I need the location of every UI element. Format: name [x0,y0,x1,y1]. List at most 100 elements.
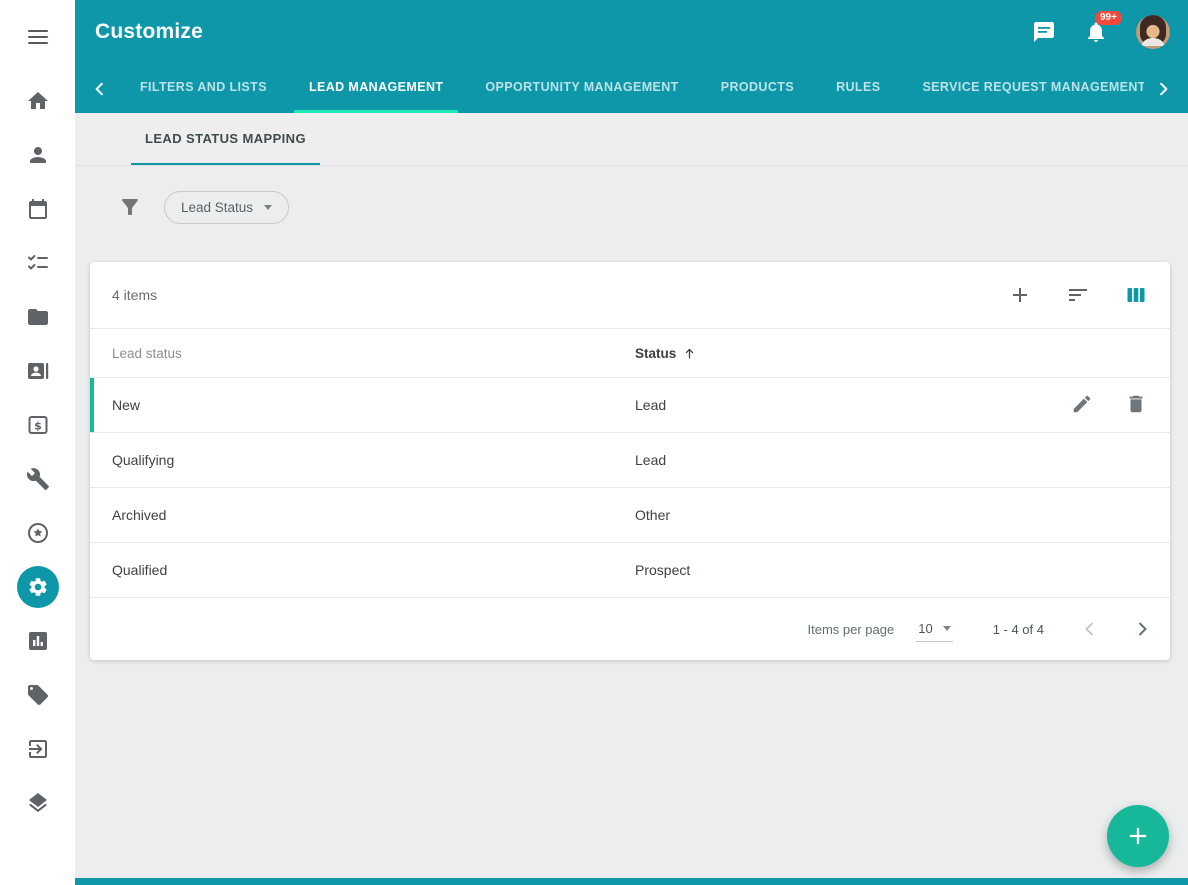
sidebar-item-contacts[interactable] [0,128,75,182]
notifications-button[interactable]: 99+ [1084,20,1108,44]
lead-status-filter-chip[interactable]: Lead Status [164,191,289,224]
menu-icon [26,25,50,49]
sort-ascending-arrow-icon [682,346,697,361]
cell-lead-status: Qualified [112,562,635,578]
tab-filters-and-lists[interactable]: FILTERS AND LISTS [125,64,282,113]
sidebar-item-tools[interactable] [0,452,75,506]
tab-products[interactable]: PRODUCTS [706,64,809,113]
sidebar: $ [0,0,75,885]
sidebar-item-goals[interactable] [0,506,75,560]
tabs-scroll-left-button[interactable] [81,64,119,113]
filter-bar: Lead Status [75,166,1188,248]
wrench-icon [26,467,50,491]
cell-lead-status: Archived [112,507,635,523]
table-header-row: Lead status Status [90,328,1170,378]
row-actions [1028,393,1148,417]
main-area: Customize 99+ [75,0,1188,885]
sidebar-item-tasks[interactable] [0,236,75,290]
chat-icon [1032,20,1056,44]
person-icon [26,143,50,167]
chevron-right-icon [1154,80,1172,98]
bottom-accent-strip [75,878,1188,885]
contact-card-icon [26,359,50,383]
avatar[interactable] [1136,15,1170,49]
chevron-left-icon [91,80,109,98]
table-row[interactable]: New Lead [90,378,1170,433]
filter-funnel-icon [118,195,142,219]
card-toolbar-icons [1008,283,1148,307]
pagination-bar: Items per page 10 1 - 4 of 4 [90,598,1170,660]
items-count-label: 4 items [112,287,157,303]
cell-status: Lead [635,397,1028,413]
chevron-down-icon [943,626,951,631]
top-bar-title-row: Customize 99+ [75,0,1188,64]
star-circle-icon [26,521,50,545]
columns-icon [1124,283,1148,307]
edit-row-button[interactable] [1070,393,1094,417]
settings-gear-icon [27,576,49,598]
plus-icon [1124,822,1152,850]
calendar-icon [26,197,50,221]
app-window: $ Customize [0,0,1188,885]
pencil-icon [1071,393,1093,415]
sidebar-item-insights[interactable] [0,614,75,668]
trash-icon [1125,393,1147,415]
sidebar-item-tags[interactable] [0,668,75,722]
items-per-page-label: Items per page [808,622,895,637]
notifications-badge: 99+ [1095,11,1122,25]
lead-status-mapping-card: 4 items Lead status [90,262,1170,660]
tasks-icon [26,251,50,275]
tab-bar: FILTERS AND LISTS LEAD MANAGEMENT OPPORT… [75,64,1188,113]
page-title: Customize [95,20,203,44]
sidebar-item-settings[interactable] [0,560,75,614]
tab-service-request-management[interactable]: SERVICE REQUEST MANAGEMENT [907,64,1144,113]
table-row[interactable]: Archived Other [90,488,1170,543]
content-area: 4 items Lead status [75,248,1188,885]
sidebar-item-deals[interactable]: $ [0,398,75,452]
chart-icon [26,629,50,653]
tab-lead-management[interactable]: LEAD MANAGEMENT [294,64,458,113]
exit-icon [26,737,50,761]
add-item-button[interactable] [1008,283,1032,307]
cell-status: Lead [635,452,1028,468]
table-row[interactable]: Qualified Prospect [90,543,1170,598]
columns-button[interactable] [1124,283,1148,307]
sort-button[interactable] [1066,283,1090,307]
sidebar-item-files[interactable] [0,290,75,344]
sidebar-item-contact-book[interactable] [0,344,75,398]
subtab-lead-status-mapping[interactable]: LEAD STATUS MAPPING [131,113,320,165]
previous-page-button[interactable] [1078,617,1102,641]
add-fab-button[interactable] [1107,805,1169,867]
tabs-scroll-right-button[interactable] [1144,64,1182,113]
top-bar-actions: 99+ [1032,15,1170,49]
sidebar-item-calendar[interactable] [0,182,75,236]
home-icon [26,89,50,113]
lead-status-filter-label: Lead Status [181,200,253,215]
svg-text:$: $ [34,419,42,432]
folder-icon [26,305,50,329]
cell-status: Other [635,507,1028,523]
items-per-page-select[interactable]: 10 [916,617,952,642]
cell-status: Prospect [635,562,1028,578]
table-row[interactable]: Qualifying Lead [90,433,1170,488]
sort-icon [1066,283,1090,307]
chevron-down-icon [264,205,272,210]
tab-opportunity-management[interactable]: OPPORTUNITY MANAGEMENT [470,64,693,113]
chat-button[interactable] [1032,20,1056,44]
sidebar-menu-button[interactable] [0,14,75,60]
tag-icon [26,683,50,707]
settings-active-indicator [17,566,59,608]
delete-row-button[interactable] [1124,393,1148,417]
next-page-button[interactable] [1130,617,1154,641]
sidebar-item-exit[interactable] [0,722,75,776]
sidebar-item-layers[interactable] [0,776,75,830]
top-bar: Customize 99+ [75,0,1188,113]
sidebar-item-home[interactable] [0,74,75,128]
chevron-left-icon [1078,617,1102,641]
cell-lead-status: Qualifying [112,452,635,468]
tab-rules[interactable]: RULES [821,64,895,113]
plus-icon [1008,283,1032,307]
column-header-status[interactable]: Status [635,346,1028,361]
column-header-lead-status[interactable]: Lead status [112,346,635,361]
sub-tab-bar: LEAD STATUS MAPPING [75,113,1188,166]
